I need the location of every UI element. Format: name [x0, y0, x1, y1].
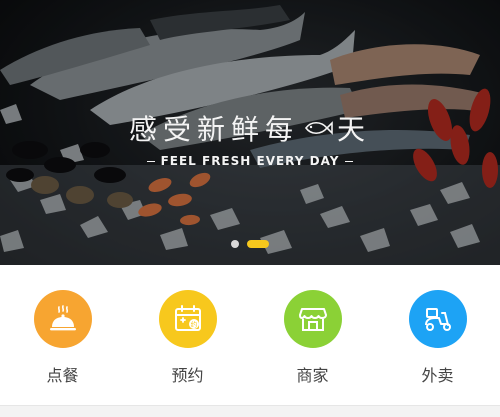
section-divider — [0, 405, 500, 417]
nav-item-merchant[interactable]: 商家 — [250, 265, 375, 400]
slogan-english: FEEL FRESH EVERY DAY — [0, 154, 500, 168]
nav-label-delivery: 外卖 — [421, 366, 454, 385]
fish-icon — [305, 121, 333, 135]
slogan-chinese-right: 天 — [337, 113, 372, 146]
slogan-chinese: 感受新鲜每 天 — [129, 108, 371, 148]
nav-item-delivery[interactable]: 外卖 — [375, 265, 500, 400]
nav-label-order: 点餐 — [46, 366, 79, 385]
home-page: 感受新鲜每 天 FEEL FRESH EVERY DAY 点餐 约 预约 商家 … — [0, 0, 500, 417]
cloche-icon[interactable] — [33, 290, 92, 348]
nav-item-reserve[interactable]: 约 预约 — [125, 265, 250, 400]
service-nav: 点餐 约 预约 商家 外卖 — [0, 265, 500, 400]
banner-slogan: 感受新鲜每 天 FEEL FRESH EVERY DAY — [0, 108, 500, 168]
nav-label-reserve: 预约 — [171, 366, 204, 385]
promo-banner[interactable]: 感受新鲜每 天 FEEL FRESH EVERY DAY — [0, 0, 500, 265]
slogan-english-text: FEEL FRESH EVERY DAY — [160, 154, 340, 168]
calendar-icon[interactable]: 约 — [158, 290, 217, 348]
divider — [345, 160, 354, 162]
svg-text:约: 约 — [190, 320, 197, 329]
nav-item-order[interactable]: 点餐 — [0, 265, 125, 400]
store-icon[interactable] — [283, 290, 342, 348]
divider — [146, 160, 155, 162]
carousel-dot[interactable] — [231, 240, 239, 248]
carousel-dot-active[interactable] — [247, 240, 269, 248]
carousel-indicator[interactable] — [0, 240, 500, 248]
scooter-icon[interactable] — [408, 290, 467, 348]
nav-label-merchant: 商家 — [296, 366, 329, 385]
slogan-chinese-left: 感受新鲜每 — [128, 113, 299, 146]
